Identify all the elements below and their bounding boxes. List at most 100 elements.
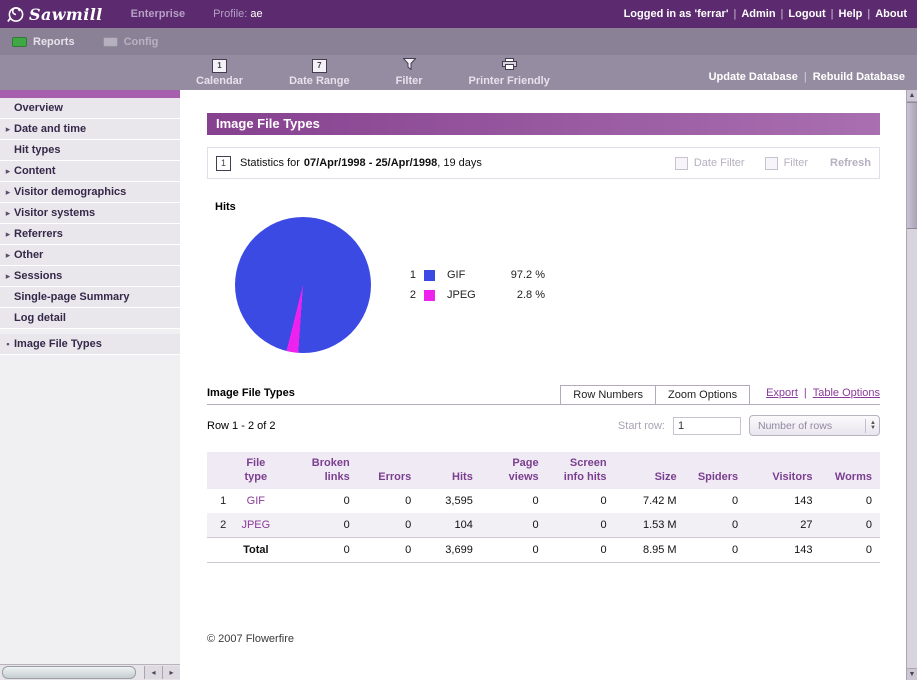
worms-total: 0 [820,537,880,562]
filter-button-label: Filter [396,75,423,87]
filter-controls: Date Filter Filter Refresh [675,157,871,170]
vscroll-thumb[interactable] [907,102,917,229]
update-database-link[interactable]: Update Database [709,71,798,83]
separator: | [804,71,807,83]
spiders-column-header[interactable]: Spiders [685,452,747,489]
row-number: 1 [207,489,228,513]
image-file-types-table: File type Broken links Errors Hits Page … [207,452,880,563]
help-link[interactable]: Help [839,8,863,20]
sidebar-item-visitor-demographics[interactable]: ▸ Visitor demographics [0,182,180,203]
tab-config-label: Config [124,36,159,48]
sidebar-item-other[interactable]: ▸ Other [0,245,180,266]
start-row-input[interactable] [673,417,741,435]
sidebar-item-label: Image File Types [14,338,102,350]
hits-total: 3,699 [419,537,481,562]
calendar-button[interactable]: 1 Calendar [196,59,243,87]
page-views-cell: 0 [481,489,547,513]
file-type-column-header[interactable]: File type [228,452,283,489]
about-link[interactable]: About [875,8,907,20]
table-total-row: Total 0 0 3,699 0 0 8.95 M 0 143 0 [207,537,880,562]
screen-info-hits-column-header[interactable]: Screen info hits [547,452,615,489]
file-type-link-gif[interactable]: GIF [247,495,265,507]
visitors-cell: 27 [746,513,820,538]
scroll-down-arrow-icon[interactable]: ▼ [907,668,917,680]
size-cell: 1.53 M [615,513,685,538]
body-row: Overview ▸ Date and time Hit types ▸ Con… [0,90,917,680]
file-type-cell: GIF [228,489,283,513]
worms-column-header[interactable]: Worms [820,452,880,489]
sidebar-item-label: Referrers [14,228,63,240]
scroll-left-arrow-icon[interactable]: ◂ [144,666,162,679]
sidebar-item-hit-types[interactable]: Hit types [0,140,180,161]
sidebar-item-overview[interactable]: Overview [0,98,180,119]
edition-label: Enterprise [131,8,185,20]
chevron-right-icon: ▸ [3,119,13,139]
refresh-button[interactable]: Refresh [830,157,871,169]
table-options-link[interactable]: Table Options [813,387,880,399]
tab-config[interactable]: Config [103,36,159,48]
separator: | [867,8,870,20]
hits-column-header[interactable]: Hits [419,452,481,489]
number-of-rows-dropdown[interactable]: Number of rows ▲▼ [749,415,880,436]
worms-cell: 0 [820,513,880,538]
date-range-button[interactable]: 7 Date Range [289,59,350,87]
broken-links-total: 0 [283,537,357,562]
tab-row-numbers[interactable]: Row Numbers [560,385,656,405]
sidebar-item-label: Visitor demographics [14,186,126,198]
date-filter-checkbox[interactable] [675,157,688,170]
sidebar-item-referrers[interactable]: ▸ Referrers [0,224,180,245]
printer-friendly-button[interactable]: Printer Friendly [469,58,550,87]
screen-info-hits-total: 0 [547,537,615,562]
separator: | [781,8,784,20]
sidebar-item-image-file-types[interactable]: • Image File Types [0,334,180,355]
page-views-column-header[interactable]: Page views [481,452,547,489]
separator: | [804,387,807,399]
table-section-title: Image File Types [207,387,560,405]
sidebar-item-single-page-summary[interactable]: Single-page Summary [0,287,180,308]
broken-links-column-header[interactable]: Broken links [283,452,357,489]
sidebar-item-label: Log detail [14,312,66,324]
vscroll-track[interactable] [907,229,917,668]
total-label-cell: Total [228,537,283,562]
rebuild-database-link[interactable]: Rebuild Database [813,71,905,83]
sidebar-empty-area [0,355,180,664]
export-link[interactable]: Export [766,387,798,399]
filter-button[interactable]: Filter [396,58,423,87]
printer-friendly-label: Printer Friendly [469,75,550,87]
table-section-links: Export | Table Options [750,387,880,405]
legend-swatch-jpeg [424,290,435,301]
scroll-up-arrow-icon[interactable]: ▲ [907,90,917,102]
sidebar-item-content[interactable]: ▸ Content [0,161,180,182]
visitors-column-header[interactable]: Visitors [746,452,820,489]
sidebar-item-label: Overview [14,102,63,114]
chart-title: Hits [215,201,880,213]
vertical-scrollbar[interactable]: ▲ ▼ [906,90,917,680]
logout-link[interactable]: Logout [788,8,825,20]
row-range-info: Row 1 - 2 of 2 [207,420,275,432]
hscroll-thumb[interactable] [2,666,136,679]
profile: Profile:ae [213,8,263,20]
scroll-right-arrow-icon[interactable]: ▸ [162,666,180,679]
worms-cell: 0 [820,489,880,513]
sidebar-item-label: Single-page Summary [14,291,130,303]
hits-cell: 104 [419,513,481,538]
calendar-icon: 1 [212,59,227,73]
legend-swatch-gif [424,270,435,281]
errors-column-header[interactable]: Errors [358,452,420,489]
logged-in-text: Logged in as 'ferrar' [624,8,729,20]
tab-zoom-options[interactable]: Zoom Options [656,385,750,405]
sidebar-item-visitor-systems[interactable]: ▸ Visitor systems [0,203,180,224]
legend-index: 1 [404,269,416,281]
file-type-link-jpeg[interactable]: JPEG [241,519,270,531]
visitors-cell: 143 [746,489,820,513]
report-sidebar: Overview ▸ Date and time Hit types ▸ Con… [0,90,180,680]
sidebar-horizontal-scrollbar[interactable]: ◂ ▸ [0,664,180,680]
sidebar-item-sessions[interactable]: ▸ Sessions [0,266,180,287]
size-column-header[interactable]: Size [615,452,685,489]
tab-reports[interactable]: Reports [12,36,75,48]
legend-label-gif: GIF [447,269,489,281]
filter-checkbox[interactable] [765,157,778,170]
sidebar-item-date-and-time[interactable]: ▸ Date and time [0,119,180,140]
admin-link[interactable]: Admin [741,8,775,20]
sidebar-item-log-detail[interactable]: Log detail [0,308,180,329]
